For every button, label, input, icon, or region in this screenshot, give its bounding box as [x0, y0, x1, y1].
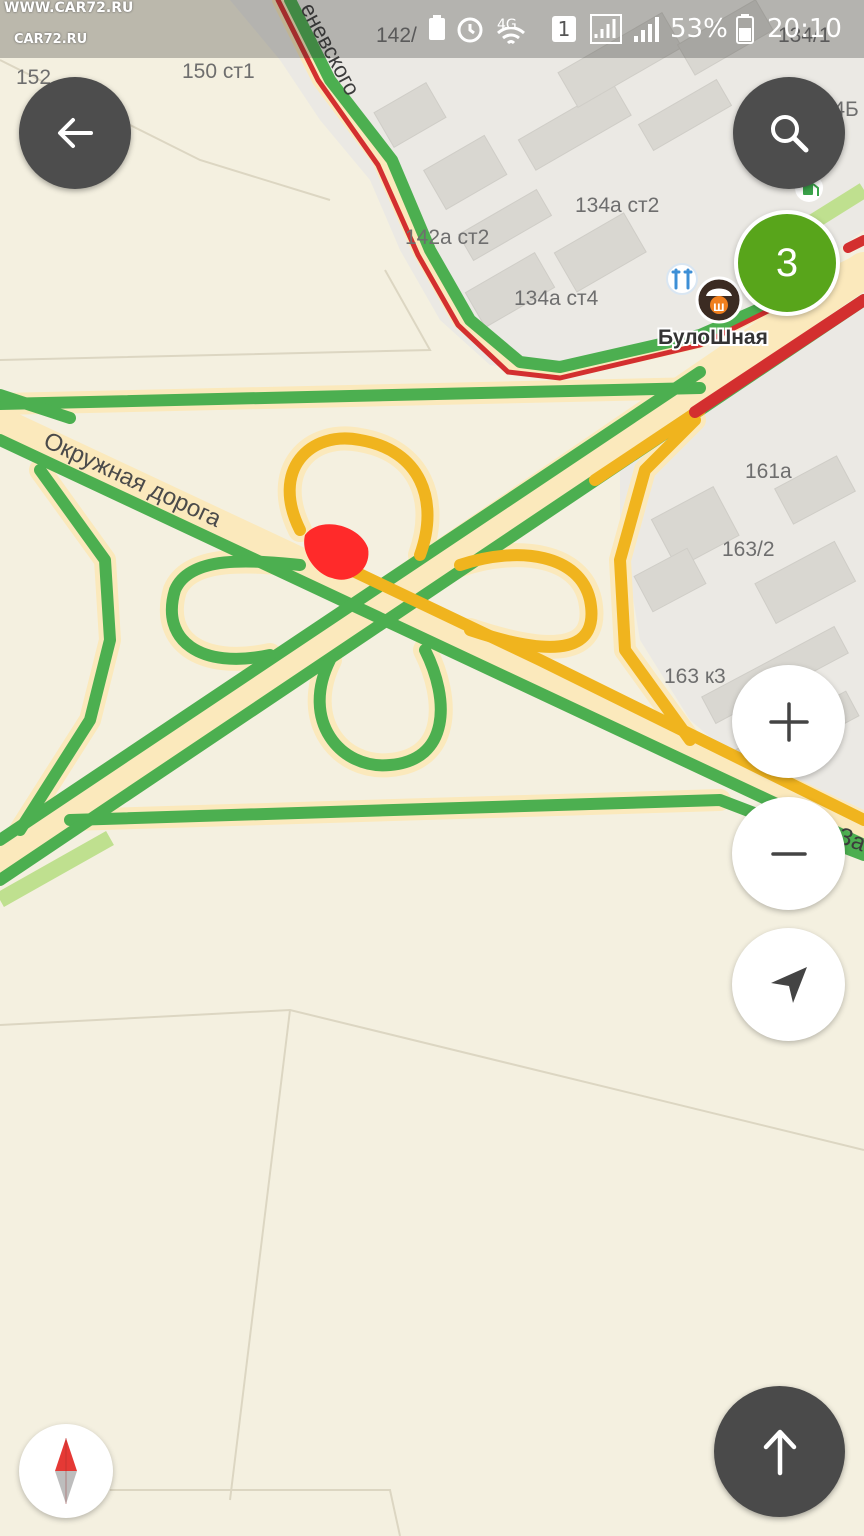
poi-label-bakery[interactable]: БулоШная — [656, 324, 770, 351]
sim-slot-badge: 1 — [552, 16, 576, 42]
signal-box-icon — [590, 14, 622, 51]
compass-button[interactable] — [19, 1424, 113, 1518]
route-button[interactable] — [714, 1386, 845, 1517]
clock: 20:10 — [767, 14, 842, 44]
watermark-text: WWW.CAR72.RU — [4, 0, 134, 16]
battery-percent: 53% — [670, 14, 728, 44]
search-button[interactable] — [733, 77, 845, 189]
plus-icon — [768, 701, 809, 742]
building-label: 142а ст2 — [405, 226, 489, 249]
my-location-button[interactable] — [732, 928, 845, 1041]
minus-icon — [770, 851, 807, 856]
signal-bars-icon — [632, 14, 662, 51]
building-label: 150 ст1 — [182, 60, 255, 83]
bakery-logo-icon[interactable]: ш — [695, 276, 743, 324]
alarm-icon — [455, 14, 485, 51]
arrow-up-icon — [763, 1429, 796, 1475]
building-label: 163/2 — [722, 538, 775, 561]
wifi-icon — [496, 24, 526, 54]
watermark-logo: CAR72.RU — [14, 32, 88, 47]
zoom-in-button[interactable] — [732, 665, 845, 778]
compass-icon — [55, 1438, 77, 1504]
building-label: 163 к3 — [664, 665, 726, 688]
building-label: 134а ст4 — [514, 287, 599, 310]
arrow-left-icon — [58, 118, 93, 148]
traffic-level-badge[interactable]: 3 — [734, 210, 840, 316]
status-bar: WWW.CAR72.RU CAR72.RU 4G 1 53% 20:10 — [0, 0, 864, 58]
car-service-icon[interactable] — [666, 263, 698, 295]
building-label: 161а — [745, 460, 792, 483]
back-button[interactable] — [19, 77, 131, 189]
svg-text:ш: ш — [713, 298, 725, 314]
battery-icon — [736, 14, 754, 51]
map-canvas[interactable]: Окружная дорога еневского За 142/ 134/1 … — [0, 0, 864, 1536]
building-label: 134а ст2 — [575, 194, 659, 217]
search-icon — [771, 115, 809, 153]
recycle-icon — [426, 14, 448, 49]
zoom-out-button[interactable] — [732, 797, 845, 910]
navigation-arrow-icon — [770, 966, 807, 1003]
